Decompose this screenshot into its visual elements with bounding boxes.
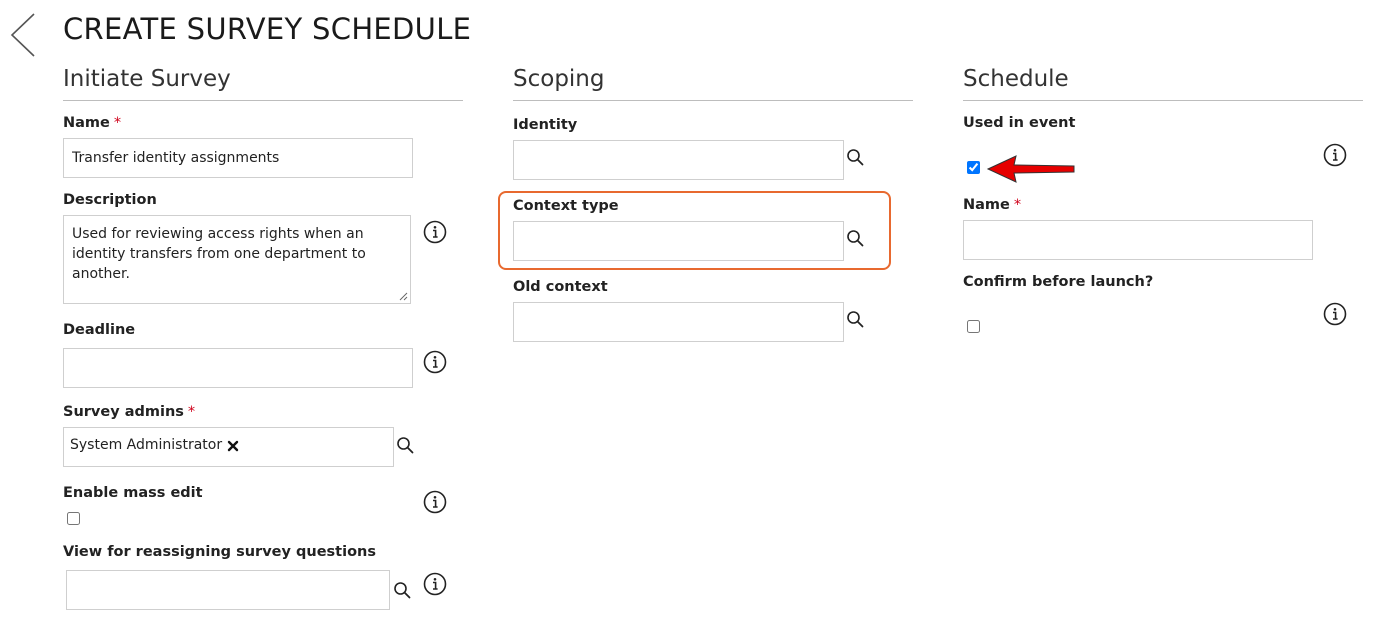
section-divider (63, 100, 463, 101)
info-icon[interactable] (423, 220, 447, 244)
context-type-input[interactable] (513, 221, 844, 261)
description-label: Description (63, 192, 157, 208)
required-mark: * (1013, 197, 1022, 213)
name-label: Name * (63, 115, 121, 131)
section-divider (513, 100, 913, 101)
required-mark: * (113, 115, 122, 131)
resize-handle-icon[interactable] (398, 291, 408, 301)
confirm-before-launch-label: Confirm before launch? (963, 274, 1154, 290)
info-icon[interactable] (423, 490, 447, 514)
section-title-initiate-survey: Initiate Survey (63, 66, 231, 92)
old-context-input[interactable] (513, 302, 844, 342)
schedule-name-input[interactable] (963, 220, 1313, 260)
mass-edit-checkbox[interactable] (67, 512, 80, 525)
search-icon[interactable] (393, 581, 411, 599)
info-icon[interactable] (1323, 302, 1347, 326)
schedule-name-label: Name * (963, 197, 1021, 213)
create-survey-schedule-page: CREATE SURVEY SCHEDULE Initiate Survey N… (0, 0, 1399, 627)
deadline-label: Deadline (63, 322, 136, 338)
schedule-name-label-text: Name (963, 197, 1010, 213)
mass-edit-label: Enable mass edit (63, 485, 203, 501)
arrow-annotation-icon (986, 155, 1075, 183)
used-in-event-label: Used in event (963, 115, 1076, 131)
old-context-label: Old context (513, 279, 608, 295)
identity-label: Identity (513, 117, 578, 133)
view-reassign-input[interactable] (66, 570, 390, 610)
context-type-label: Context type (513, 198, 619, 214)
page-title: CREATE SURVEY SCHEDULE (63, 12, 472, 46)
search-icon[interactable] (846, 148, 864, 166)
info-icon[interactable] (423, 350, 447, 374)
section-divider (963, 100, 1363, 101)
chevron-left-icon (10, 13, 35, 57)
description-textarea[interactable]: Used for reviewing access rights when an… (63, 215, 411, 304)
info-icon[interactable] (1323, 143, 1347, 167)
back-button[interactable] (8, 12, 38, 58)
survey-name-input[interactable] (63, 138, 413, 178)
deadline-input[interactable] (63, 348, 413, 388)
view-reassign-label: View for reassigning survey questions (63, 544, 376, 560)
identity-input[interactable] (513, 140, 844, 180)
required-mark: * (187, 404, 196, 420)
survey-admins-label-text: Survey admins (63, 404, 184, 420)
used-in-event-checkbox[interactable] (967, 161, 980, 174)
section-title-schedule: Schedule (963, 66, 1069, 92)
admin-chip-label: System Administrator (70, 437, 223, 453)
name-label-text: Name (63, 115, 110, 131)
search-icon[interactable] (846, 310, 864, 328)
search-icon[interactable] (396, 436, 414, 454)
search-icon[interactable] (846, 229, 864, 247)
confirm-before-launch-checkbox[interactable] (967, 320, 980, 333)
info-icon[interactable] (423, 572, 447, 596)
section-title-scoping: Scoping (513, 66, 605, 92)
close-icon[interactable] (227, 440, 239, 452)
survey-admins-label: Survey admins * (63, 404, 195, 420)
